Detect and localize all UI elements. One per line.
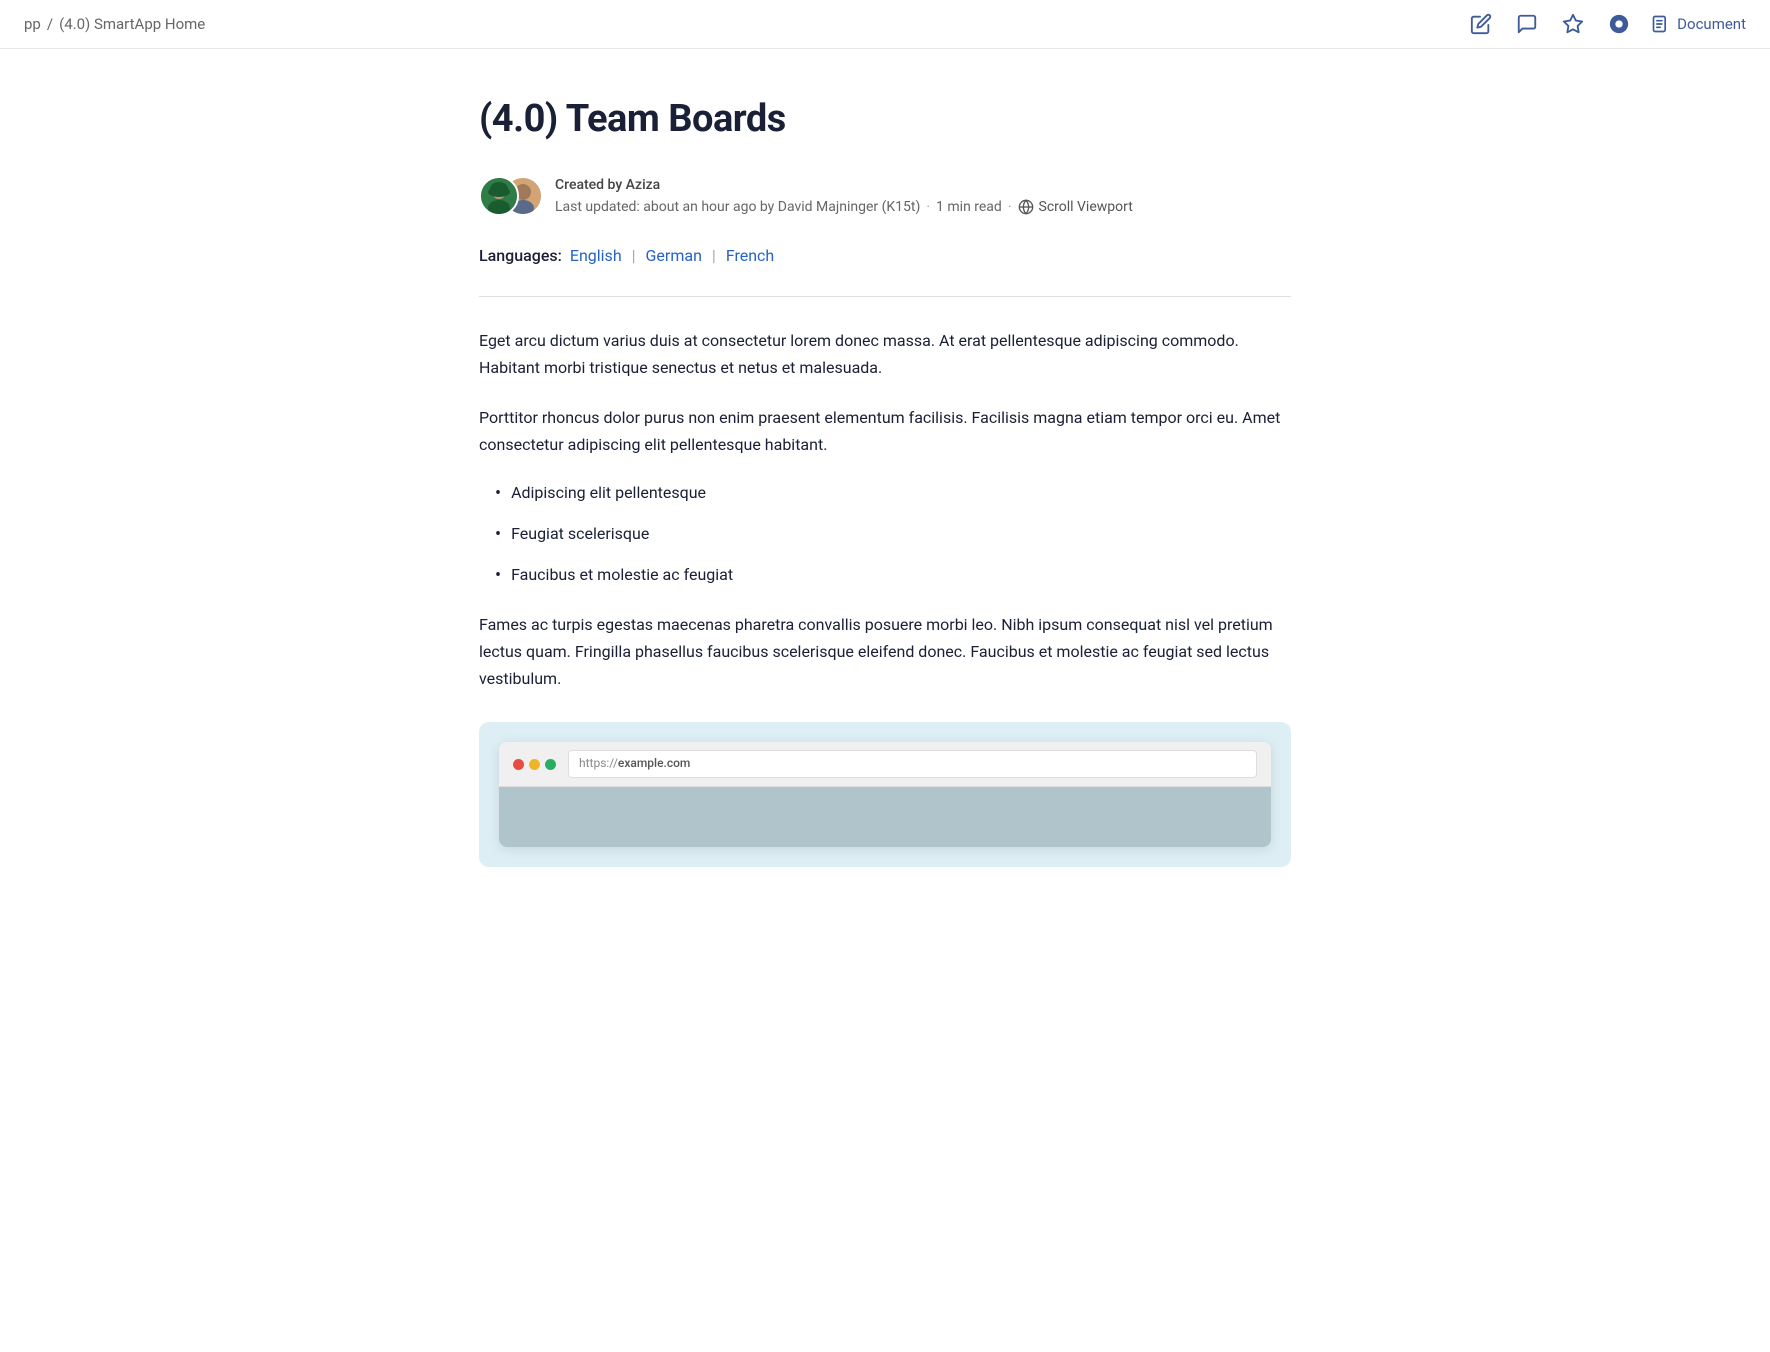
breadcrumb-app[interactable]: pp (24, 12, 41, 36)
body-paragraph-1: Eget arcu dictum varius duis at consecte… (479, 327, 1291, 381)
edit-icon[interactable] (1467, 10, 1495, 38)
avatar-aziza (479, 176, 519, 216)
browser-window: https://example.com (499, 742, 1271, 846)
body-paragraph-3: Fames ac turpis egestas maecenas pharetr… (479, 611, 1291, 693)
browser-content (499, 787, 1271, 847)
body-paragraph-2: Porttitor rhoncus dolor purus non enim p… (479, 404, 1291, 458)
toolbar-icons: Document (1467, 10, 1746, 38)
list-item: Feugiat scelerisque (479, 521, 1291, 548)
meta-updated: Last updated: about an hour ago by David… (555, 196, 1133, 218)
browser-chrome: https://example.com (499, 742, 1271, 786)
bullet-list: Adipiscing elit pellentesque Feugiat sce… (479, 480, 1291, 589)
list-item: Adipiscing elit pellentesque (479, 480, 1291, 507)
created-by: Created by Aziza (555, 174, 1133, 196)
main-content: (4.0) Team Boards (455, 49, 1315, 927)
scroll-viewport[interactable]: Scroll Viewport (1018, 196, 1133, 218)
dot-yellow (529, 759, 540, 770)
dot-red (513, 759, 524, 770)
browser-url-bar: https://example.com (568, 750, 1257, 777)
scroll-viewport-label: Scroll Viewport (1039, 196, 1133, 218)
updated-text: Last updated: about an hour ago by David… (555, 196, 920, 218)
breadcrumb: pp / (4.0) SmartApp Home (24, 12, 205, 36)
breadcrumb-sep1: / (47, 12, 53, 36)
url-https: https:// (579, 754, 618, 773)
url-domain: example.com (618, 754, 690, 773)
meta-text: Created by Aziza Last updated: about an … (555, 174, 1133, 219)
avatars (479, 174, 543, 218)
lang-sep-2: | (712, 243, 716, 269)
languages-label: Languages: (479, 243, 562, 269)
top-bar: pp / (4.0) SmartApp Home (0, 0, 1770, 49)
languages-section: Languages: English | German | French (479, 243, 1291, 269)
page-title: (4.0) Team Boards (479, 89, 1291, 150)
watch-icon[interactable] (1605, 10, 1633, 38)
list-item-text-1: Adipiscing elit pellentesque (511, 480, 706, 506)
meta-section: Created by Aziza Last updated: about an … (479, 174, 1291, 219)
language-german[interactable]: German (646, 243, 702, 269)
list-item-text-2: Feugiat scelerisque (511, 521, 649, 547)
read-time: 1 min read (936, 196, 1002, 218)
lang-sep-1: | (632, 243, 636, 269)
star-icon[interactable] (1559, 10, 1587, 38)
document-button[interactable]: Document (1651, 12, 1746, 36)
browser-preview: https://example.com (479, 722, 1291, 866)
dot-green (545, 759, 556, 770)
comment-icon[interactable] (1513, 10, 1541, 38)
browser-dots (513, 759, 556, 770)
list-item: Faucibus et molestie ac feugiat (479, 562, 1291, 589)
breadcrumb-home[interactable]: (4.0) SmartApp Home (59, 12, 205, 36)
meta-dot-1: · (926, 196, 930, 218)
language-english[interactable]: English (570, 243, 622, 269)
list-item-text-3: Faucibus et molestie ac feugiat (511, 562, 733, 588)
meta-dot-2: · (1008, 196, 1012, 218)
document-label: Document (1677, 12, 1746, 36)
language-french[interactable]: French (726, 243, 774, 269)
section-divider (479, 296, 1291, 297)
